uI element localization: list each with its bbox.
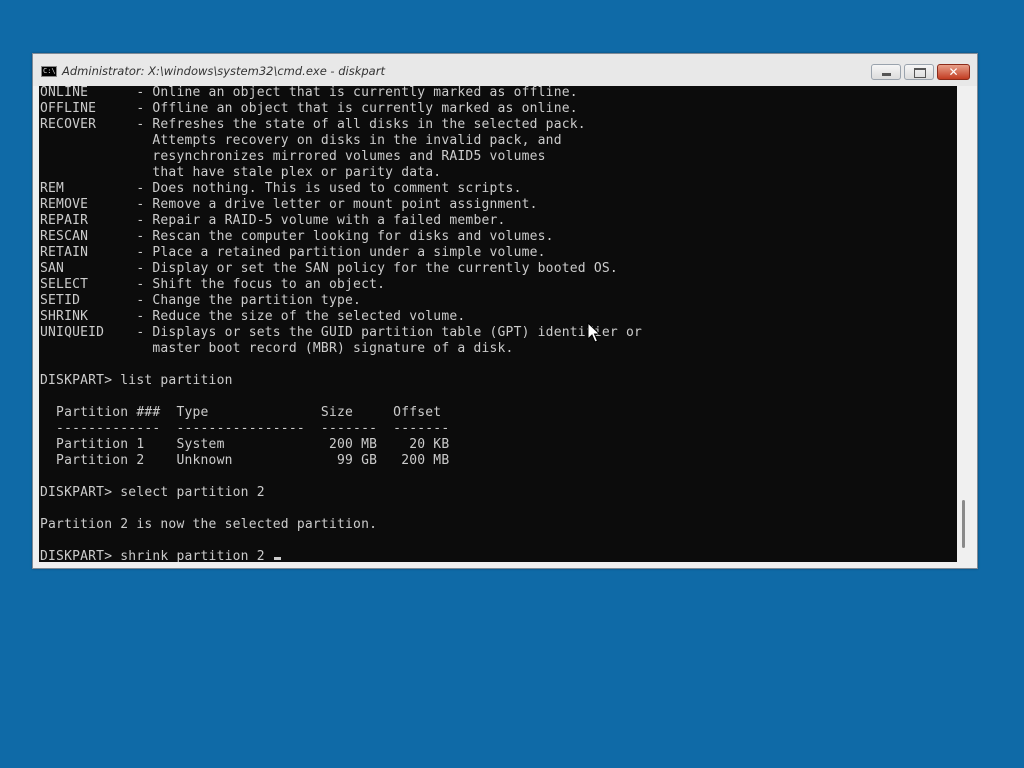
console-line: resynchronizes mirrored volumes and RAID… <box>40 149 546 164</box>
console-line: RESCAN - Rescan the computer looking for… <box>40 229 554 244</box>
cmd-icon: C:\ <box>41 66 57 77</box>
window-title: Administrator: X:\windows\system32\cmd.e… <box>62 64 385 78</box>
console-line: UNIQUEID - Displays or sets the GUID par… <box>40 325 642 340</box>
console-line: ONLINE - Online an object that is curren… <box>40 86 578 100</box>
console-line: SELECT - Shift the focus to an object. <box>40 277 386 292</box>
scrollbar-thumb[interactable] <box>962 500 965 548</box>
desktop: C:\ Administrator: X:\windows\system32\c… <box>0 0 1024 768</box>
console-output[interactable]: ONLINE - Online an object that is curren… <box>39 86 957 562</box>
command-prompt-line[interactable]: DISKPART> shrink partition 2 <box>40 549 642 562</box>
console-line: REMOVE - Remove a drive letter or mount … <box>40 197 538 212</box>
close-icon: ✕ <box>948 65 959 79</box>
console-line: SHRINK - Reduce the size of the selected… <box>40 309 466 324</box>
console-line: Partition 2 Unknown 99 GB 200 MB <box>40 453 450 468</box>
console-line: DISKPART> select partition 2 <box>40 485 265 500</box>
console-line: RECOVER - Refreshes the state of all dis… <box>40 117 586 132</box>
mouse-pointer-icon <box>587 321 601 343</box>
console-line: OFFLINE - Offline an object that is curr… <box>40 101 578 116</box>
command-input-text: DISKPART> shrink partition 2 <box>40 549 273 562</box>
title-bar[interactable]: C:\ Administrator: X:\windows\system32\c… <box>33 54 977 86</box>
console-line: SETID - Change the partition type. <box>40 293 362 308</box>
console-line: DISKPART> list partition <box>40 373 233 388</box>
console-line: ------------- ---------------- ------- -… <box>40 421 450 436</box>
console-line: Partition 2 is now the selected partitio… <box>40 517 378 532</box>
maximize-button[interactable] <box>904 64 934 80</box>
cmd-window: C:\ Administrator: X:\windows\system32\c… <box>32 53 978 569</box>
console-line: that have stale plex or parity data. <box>40 165 442 180</box>
console-text: ONLINE - Online an object that is curren… <box>40 86 642 562</box>
minimize-button[interactable] <box>871 64 901 80</box>
console-line: SAN - Display or set the SAN policy for … <box>40 261 618 276</box>
console-line: Partition ### Type Size Offset <box>40 405 442 420</box>
vertical-scrollbar[interactable] <box>957 86 973 562</box>
console-line: Partition 1 System 200 MB 20 KB <box>40 437 450 452</box>
console-line: Attempts recovery on disks in the invali… <box>40 133 562 148</box>
console-line: REPAIR - Repair a RAID-5 volume with a f… <box>40 213 506 228</box>
console-line: master boot record (MBR) signature of a … <box>40 341 514 356</box>
close-button[interactable]: ✕ <box>937 64 970 80</box>
console-line: RETAIN - Place a retained partition unde… <box>40 245 546 260</box>
console-line: REM - Does nothing. This is used to comm… <box>40 181 522 196</box>
window-bottom-border <box>33 562 977 568</box>
text-cursor <box>273 557 281 560</box>
